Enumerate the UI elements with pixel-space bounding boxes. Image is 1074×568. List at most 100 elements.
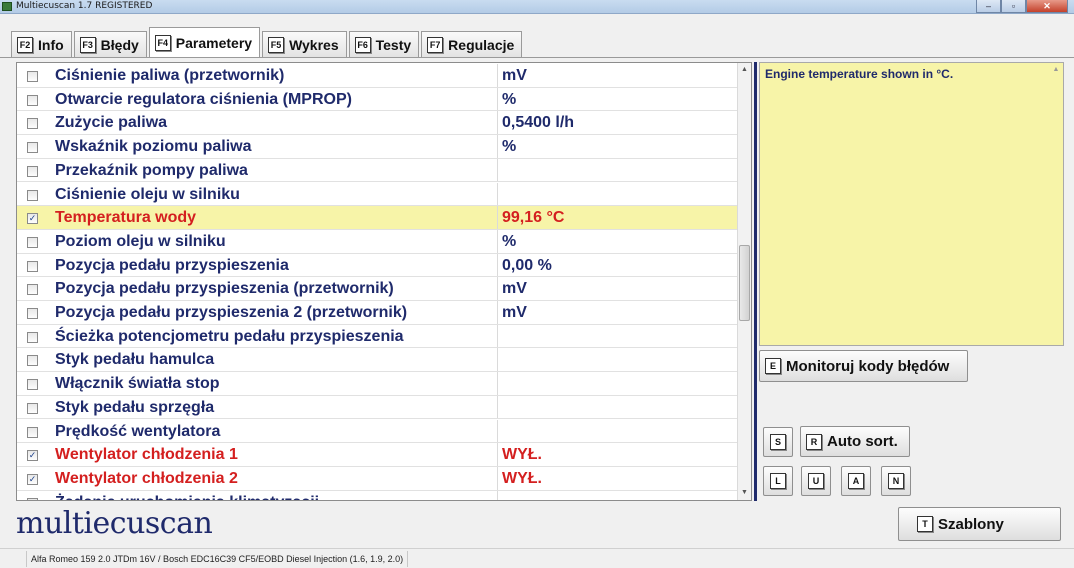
parameter-name: Włącznik światła stop	[55, 375, 220, 393]
scroll-up-icon[interactable]: ▲	[1049, 63, 1063, 77]
tab-label: Info	[38, 36, 64, 53]
parameter-row[interactable]: Pozycja pedału przyspieszenia (przetworn…	[17, 277, 737, 301]
parameter-row[interactable]: Zużycie paliwa 0,5400 l/h	[17, 111, 737, 136]
parameter-row[interactable]: Ciśnienie oleju w silniku	[17, 182, 737, 207]
column-separator	[497, 419, 498, 443]
n-key-icon: N	[888, 473, 904, 489]
parameter-checkbox[interactable]	[27, 497, 38, 500]
description-scrollbar[interactable]: ▲	[1049, 63, 1063, 345]
parameter-name: Wentylator chłodzenia 2	[55, 469, 238, 487]
window-controls: – ▫ ✕	[976, 0, 1068, 13]
tab-info[interactable]: F2 Info	[11, 31, 72, 57]
parameter-list[interactable]: Żądanie uruchomienia klimatyzacji ✓ Wentyl…	[16, 62, 752, 501]
parameter-checkbox[interactable]	[27, 355, 38, 367]
column-separator	[497, 135, 498, 158]
u-button[interactable]: U	[801, 466, 831, 496]
tab-tests[interactable]: F6 Testy	[348, 31, 420, 57]
parameter-checkbox[interactable]	[27, 142, 38, 154]
parameter-row[interactable]: ✓ Wentylator chłodzenia 1 WYŁ.	[17, 443, 737, 467]
column-separator	[497, 206, 498, 229]
window-title: Multiecuscan 1.7 REGISTERED	[16, 1, 153, 11]
panel-splitter[interactable]	[754, 62, 757, 501]
parameter-row[interactable]: Otwarcie regulatora ciśnienia (MPROP) %	[17, 87, 737, 112]
status-bar: Alfa Romeo 159 2.0 JTDm 16V / Bosch EDC1…	[0, 548, 1074, 568]
parameter-checkbox[interactable]: ✓	[27, 473, 38, 485]
parameter-row[interactable]: ✓ Temperatura wody 99,16 °C	[17, 206, 737, 230]
parameter-checkbox[interactable]	[27, 260, 38, 272]
parameter-checkbox[interactable]	[27, 308, 38, 319]
parameter-name: Zużycie paliwa	[55, 114, 168, 132]
parameter-value: WYŁ.	[502, 469, 542, 487]
parameter-checkbox[interactable]	[27, 71, 38, 82]
tab-chart[interactable]: F5 Wykres	[262, 31, 347, 57]
parameter-name: Styk pedału hamulca	[55, 351, 215, 369]
n-button[interactable]: N	[881, 466, 911, 496]
parameter-checkbox[interactable]	[27, 236, 38, 248]
f4-key-icon: F4	[154, 34, 171, 51]
parameter-row[interactable]: ✓ Wentylator chłodzenia 2 WYŁ.	[17, 466, 737, 491]
tab-errors[interactable]: F3 Błędy	[73, 31, 147, 57]
parameter-value: mV	[502, 280, 527, 298]
parameter-name: Żądanie uruchomienia klimatyzacji	[55, 494, 319, 500]
parameter-name: Wentylator chłodzenia 1	[55, 446, 238, 464]
parameter-row[interactable]: Styk pedału sprzęgła	[17, 395, 737, 420]
templates-button[interactable]: T Szablony	[898, 507, 1061, 541]
column-separator	[497, 182, 498, 206]
parameter-checkbox[interactable]: ✓	[27, 213, 38, 225]
parameter-row[interactable]: Włącznik światła stop	[17, 372, 737, 396]
tab-label: Testy	[375, 36, 412, 53]
parameter-name: Ścieżka potencjometru pedału przyspiesze…	[55, 327, 404, 345]
column-separator	[497, 277, 498, 300]
list-scrollbar[interactable]: ▲ ▼	[737, 63, 751, 500]
tab-label: Regulacje	[448, 36, 515, 53]
monitor-error-codes-button[interactable]: E Monitoruj kody błędów	[759, 350, 968, 382]
close-button[interactable]: ✕	[1026, 0, 1068, 13]
parameter-value: %	[502, 90, 517, 108]
tab-parameters[interactable]: F4 Parametery	[148, 27, 261, 57]
tab-adjustments[interactable]: F7 Regulacje	[421, 31, 523, 57]
title-bar: Multiecuscan 1.7 REGISTERED – ▫ ✕	[0, 0, 1074, 14]
parameter-value: 99,16 °C	[502, 209, 565, 227]
parameter-checkbox[interactable]	[27, 284, 38, 296]
parameter-row[interactable]: Pozycja pedału przyspieszenia 0,00 %	[17, 253, 737, 278]
scroll-up-icon[interactable]: ▲	[738, 63, 751, 77]
r-key-icon: R	[806, 433, 822, 450]
parameter-checkbox[interactable]	[27, 379, 38, 391]
parameter-row[interactable]: Przekaźnik pompy paliwa	[17, 158, 737, 183]
minimize-button[interactable]: –	[976, 0, 1001, 13]
parameter-name: Ciśnienie oleju w silniku	[55, 185, 240, 203]
parameter-row[interactable]: Poziom oleju w silniku %	[17, 229, 737, 254]
auto-sort-button[interactable]: R Auto sort.	[800, 426, 910, 457]
column-separator	[497, 253, 498, 277]
scrollbar-thumb[interactable]	[739, 245, 750, 321]
tab-panel-border	[0, 57, 1074, 58]
parameter-checkbox[interactable]	[27, 426, 38, 438]
f5-key-icon: F5	[268, 36, 285, 53]
scroll-down-icon[interactable]: ▼	[738, 486, 751, 500]
column-separator	[497, 395, 498, 419]
parameter-checkbox[interactable]: ✓	[27, 450, 38, 462]
parameter-checkbox[interactable]	[27, 331, 38, 343]
f6-key-icon: F6	[354, 36, 371, 53]
parameter-checkbox[interactable]	[27, 94, 38, 106]
parameter-checkbox[interactable]	[27, 118, 38, 130]
column-separator	[497, 111, 498, 135]
parameter-row[interactable]: Styk pedału hamulca	[17, 348, 737, 373]
l-button[interactable]: L	[763, 466, 793, 496]
a-button[interactable]: A	[841, 466, 871, 496]
parameter-row[interactable]: Ścieżka potencjometru pedału przyspiesze…	[17, 324, 737, 349]
column-separator	[497, 301, 498, 324]
parameter-name: Styk pedału sprzęgła	[55, 398, 215, 416]
parameter-row[interactable]: Prędkość wentylatora	[17, 419, 737, 444]
s-button[interactable]: S	[763, 427, 793, 457]
parameter-value: mV	[502, 67, 527, 84]
maximize-button[interactable]: ▫	[1001, 0, 1026, 13]
parameter-row[interactable]: Pozycja pedału przyspieszenia 2 (przetwo…	[17, 301, 737, 325]
parameter-checkbox[interactable]	[27, 189, 38, 201]
parameter-row[interactable]: Wskaźnik poziomu paliwa %	[17, 135, 737, 159]
parameter-checkbox[interactable]	[27, 165, 38, 177]
column-separator	[497, 490, 498, 500]
parameter-row[interactable]: Ciśnienie paliwa (przetwornik) mV	[17, 64, 737, 88]
parameter-row[interactable]: Żądanie uruchomienia klimatyzacji	[17, 490, 737, 500]
parameter-checkbox[interactable]	[27, 402, 38, 414]
